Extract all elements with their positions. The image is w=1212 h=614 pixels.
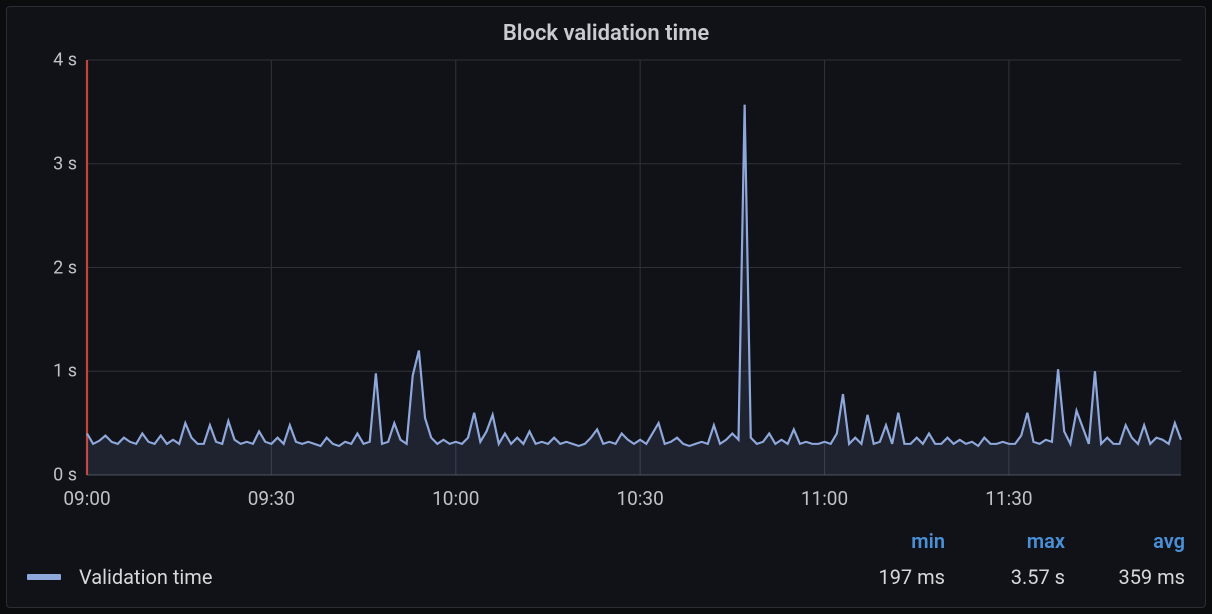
- chart-title: Block validation time: [27, 15, 1185, 60]
- legend-col-max: max: [945, 529, 1065, 553]
- x-tick: 09:00: [63, 487, 110, 510]
- chart-panel: Block validation time 0 s1 s2 s3 s4 s09:…: [6, 6, 1206, 608]
- x-tick: 11:00: [801, 487, 848, 510]
- legend-col-avg: avg: [1065, 529, 1185, 553]
- legend-swatch: [27, 574, 61, 580]
- y-tick: 2 s: [27, 257, 77, 278]
- x-tick: 10:00: [432, 487, 479, 510]
- chart-svg[interactable]: [87, 60, 1181, 475]
- y-tick: 3 s: [27, 153, 77, 174]
- x-tick: 10:30: [616, 487, 663, 510]
- x-tick: 11:30: [985, 487, 1032, 510]
- y-tick: 0 s: [27, 465, 77, 486]
- legend-max-value: 3.57 s: [945, 565, 1065, 589]
- legend-min-value: 197 ms: [825, 565, 945, 589]
- y-tick: 1 s: [27, 361, 77, 382]
- legend-footer: min max avg Validation time 197 ms 3.57 …: [27, 511, 1185, 589]
- legend-series-row[interactable]: Validation time 197 ms 3.57 s 359 ms: [27, 565, 1185, 589]
- legend-col-min: min: [825, 529, 945, 553]
- legend-avg-value: 359 ms: [1065, 565, 1185, 589]
- chart-body[interactable]: 0 s1 s2 s3 s4 s09:0009:3010:0010:3011:00…: [27, 60, 1185, 511]
- y-tick: 4 s: [27, 50, 77, 71]
- plot-area[interactable]: 0 s1 s2 s3 s4 s09:0009:3010:0010:3011:00…: [87, 60, 1181, 475]
- legend-series-label: Validation time: [79, 565, 212, 589]
- x-tick: 09:30: [248, 487, 295, 510]
- legend-header-row: min max avg: [27, 529, 1185, 553]
